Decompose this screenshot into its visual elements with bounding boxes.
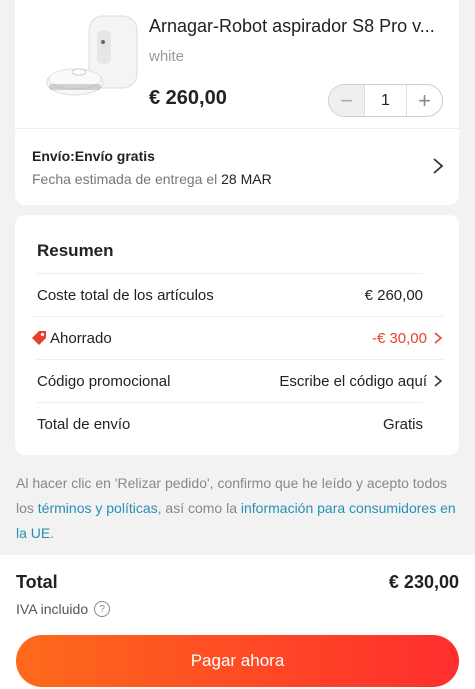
chevron-right-icon [434,332,443,344]
quantity-stepper: − 1 + [328,84,443,117]
shipping-date-value: 28 MAR [221,171,272,187]
promo-code-input-hint[interactable]: Escribe el código aquí [279,373,427,390]
promo-code-label: Código promocional [37,372,171,390]
product-image[interactable] [35,10,145,120]
product-variant: white [149,48,185,65]
shipping-date: Fecha estimada de entrega el 28 MAR [32,171,272,187]
help-icon[interactable]: ? [94,601,111,617]
items-total-label: Coste total de los artículos [37,286,214,304]
summary-card: Resumen Coste total de los artículos € 2… [15,215,459,455]
terms-link[interactable]: términos y políticas [38,500,158,516]
saved-value: -€ 30,00 [371,329,427,347]
product-price: € 260,00 [149,87,227,109]
tag-icon [32,331,46,345]
total-label: Total [16,572,58,592]
saved-label: Ahorrado [50,329,112,347]
legal-text-2: , así como la [157,500,237,516]
chevron-right-icon [434,375,443,387]
pay-now-button[interactable]: Pagar ahora [16,635,459,687]
shipping-title[interactable]: Envío:Envío gratis [32,148,155,164]
shipping-total-value: Gratis [382,415,423,433]
summary-row-shipping-total: Total de envío Gratis [37,402,423,445]
divider [15,128,459,129]
shipping-total-label: Total de envío [37,415,131,433]
iva-info: IVA incluido ? [16,601,111,617]
total-value: € 230,00 [388,572,459,592]
plus-icon[interactable]: + [406,85,442,116]
legal-notice: Al hacer clic en 'Relizar pedido', confi… [16,471,462,546]
minus-icon[interactable]: − [329,85,365,116]
product-title[interactable]: Arnagar-Robot aspirador S8 Pro v... [149,16,449,37]
summary-row-promo-code[interactable]: Código promocional Escribe el código aqu… [37,359,443,402]
items-total-value: € 260,00 [364,286,423,304]
summary-row-saved[interactable]: Ahorrado -€ 30,00 [31,316,443,359]
product-card: Arnagar-Robot aspirador S8 Pro v... whit… [15,0,459,205]
chevron-right-icon[interactable] [431,156,445,176]
summary-title: Resumen [37,241,114,260]
shipping-date-prefix: Fecha estimada de entrega el [32,171,218,187]
checkout-footer: Total € 230,00 IVA incluido ? Pagar ahor… [0,555,475,689]
summary-row-items-total: Coste total de los artículos € 260,00 [37,273,423,316]
legal-text-3: . [50,525,55,541]
iva-label: IVA incluido [16,601,89,617]
quantity-value: 1 [381,91,390,109]
